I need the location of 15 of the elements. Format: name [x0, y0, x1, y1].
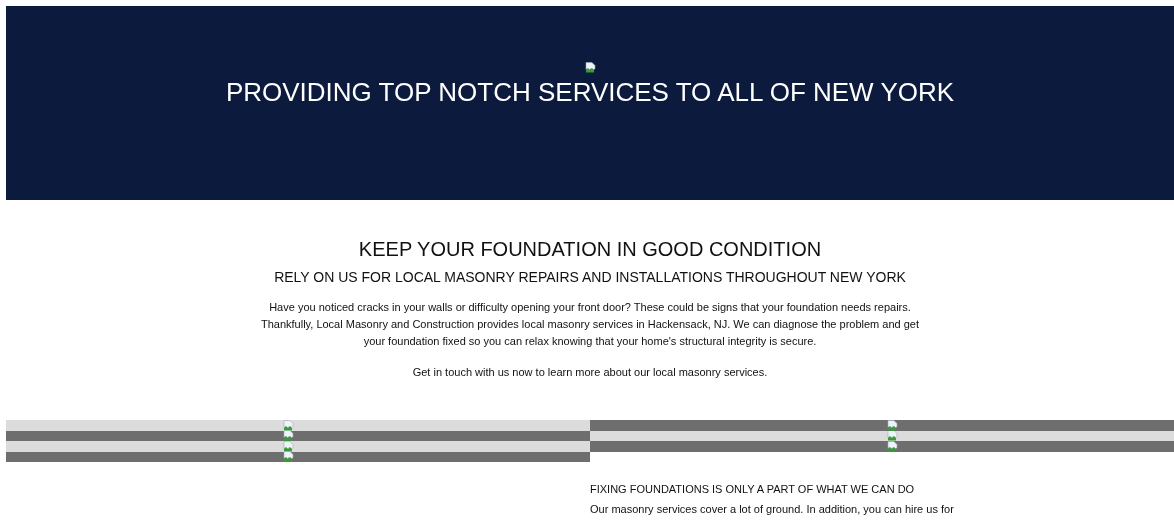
broken-image-icon	[886, 430, 898, 441]
section-heading: KEEP YOUR FOUNDATION IN GOOD CONDITION	[358, 238, 822, 261]
broken-image-icon	[886, 441, 898, 452]
hero-title: PROVIDING TOP NOTCH SERVICES TO ALL OF NEW YORK	[225, 77, 955, 108]
broken-image-icon	[282, 441, 294, 452]
paragraph: Our masonry services cover a lot of ground. In addition, you can hire us for	[590, 502, 955, 516]
services-heading: FIXING FOUNDATIONS IS ONLY A PART OF WHAT WE CAN DO	[590, 483, 916, 495]
paragraph: Get in touch with us now to learn more about our local masonry services.	[411, 365, 769, 380]
broken-image-icon	[282, 451, 294, 462]
broken-image-icon	[886, 420, 898, 431]
paragraph: Have you noticed cracks in your walls or difficulty opening your front door? These could be signs that your foundation needs repairs. Thankfully, Local Masonry and Construction provides local masonry services in Hackensack, NJ. We can diagnose the problem and get your foundation fixed so you can relax knowing that your home's structural integrity is secure.	[260, 300, 920, 349]
section-subheading: RELY ON US FOR LOCAL MASONRY REPAIRS AND INSTALLATIONS THROUGHOUT NEW YORK	[274, 269, 906, 285]
broken-image-icon	[282, 430, 294, 441]
broken-image-icon	[584, 62, 596, 73]
broken-image-icon	[282, 420, 294, 431]
